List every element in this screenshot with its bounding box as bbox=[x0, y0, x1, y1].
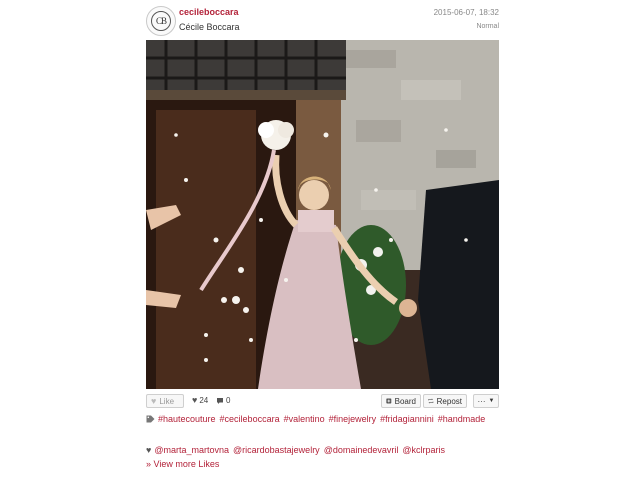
liker-link[interactable]: @kclrparis bbox=[402, 445, 445, 455]
liker-link[interactable]: @ricardobastajewelry bbox=[233, 445, 320, 455]
view-more-likes-link[interactable]: » View more Likes bbox=[146, 459, 219, 469]
repost-button-label: Repost bbox=[436, 396, 462, 406]
hashtag-link[interactable]: #cecileboccara bbox=[220, 414, 280, 424]
comments-count[interactable]: 0 bbox=[216, 396, 230, 405]
more-options-label: ··· bbox=[477, 396, 486, 406]
post-photo[interactable] bbox=[146, 40, 499, 389]
avatar[interactable]: CB bbox=[146, 6, 176, 36]
liker-link[interactable]: @domainedevavril bbox=[324, 445, 399, 455]
hashtag-list: #hautecouture #cecileboccara #valentino #fi… bbox=[146, 413, 499, 426]
likes-count-value: 24 bbox=[199, 396, 209, 405]
hashtag-link[interactable]: #hautecouture bbox=[158, 414, 216, 424]
comments-count-value: 0 bbox=[226, 396, 231, 405]
repost-arrows-icon bbox=[428, 398, 434, 404]
board-button-label: Board bbox=[394, 396, 416, 406]
board-button[interactable]: Board bbox=[381, 394, 421, 408]
caret-down-icon: ▼ bbox=[488, 398, 495, 404]
username-link[interactable]: cecileboccara bbox=[179, 7, 239, 17]
post-card: CB cecileboccara Cécile Boccara 2015-06-… bbox=[146, 0, 499, 481]
heart-icon: ♥ bbox=[146, 445, 152, 455]
heart-icon: ♥ bbox=[192, 395, 198, 405]
tag-icon bbox=[146, 415, 155, 423]
likers-list: ♥ @marta_martovna @ricardobastajewelry @dom… bbox=[146, 445, 499, 455]
plus-box-icon bbox=[386, 398, 392, 404]
hashtag-link[interactable]: #valentino bbox=[284, 414, 325, 424]
photo-illustration bbox=[146, 40, 499, 389]
full-name: Cécile Boccara bbox=[179, 22, 240, 32]
more-options-button[interactable]: ··· ▼ bbox=[473, 394, 499, 408]
like-button-label: Like bbox=[159, 396, 175, 406]
liker-link[interactable]: @marta_martovna bbox=[154, 445, 229, 455]
avatar-monogram: CB bbox=[151, 11, 171, 31]
like-button[interactable]: ♥ Like bbox=[146, 394, 184, 408]
filter-name: Normal bbox=[476, 23, 499, 30]
heart-icon: ♥ bbox=[151, 395, 157, 406]
hashtag-link[interactable]: #fridagiannini bbox=[380, 414, 434, 424]
speech-bubble-icon bbox=[217, 397, 223, 404]
likes-count[interactable]: ♥ 24 bbox=[192, 395, 209, 406]
hashtag-link[interactable]: #finejewelry bbox=[329, 414, 377, 424]
hashtag-link[interactable]: #handmade bbox=[438, 414, 486, 424]
post-timestamp: 2015-06-07, 18:32 bbox=[433, 8, 499, 17]
repost-button[interactable]: Repost bbox=[423, 394, 467, 408]
